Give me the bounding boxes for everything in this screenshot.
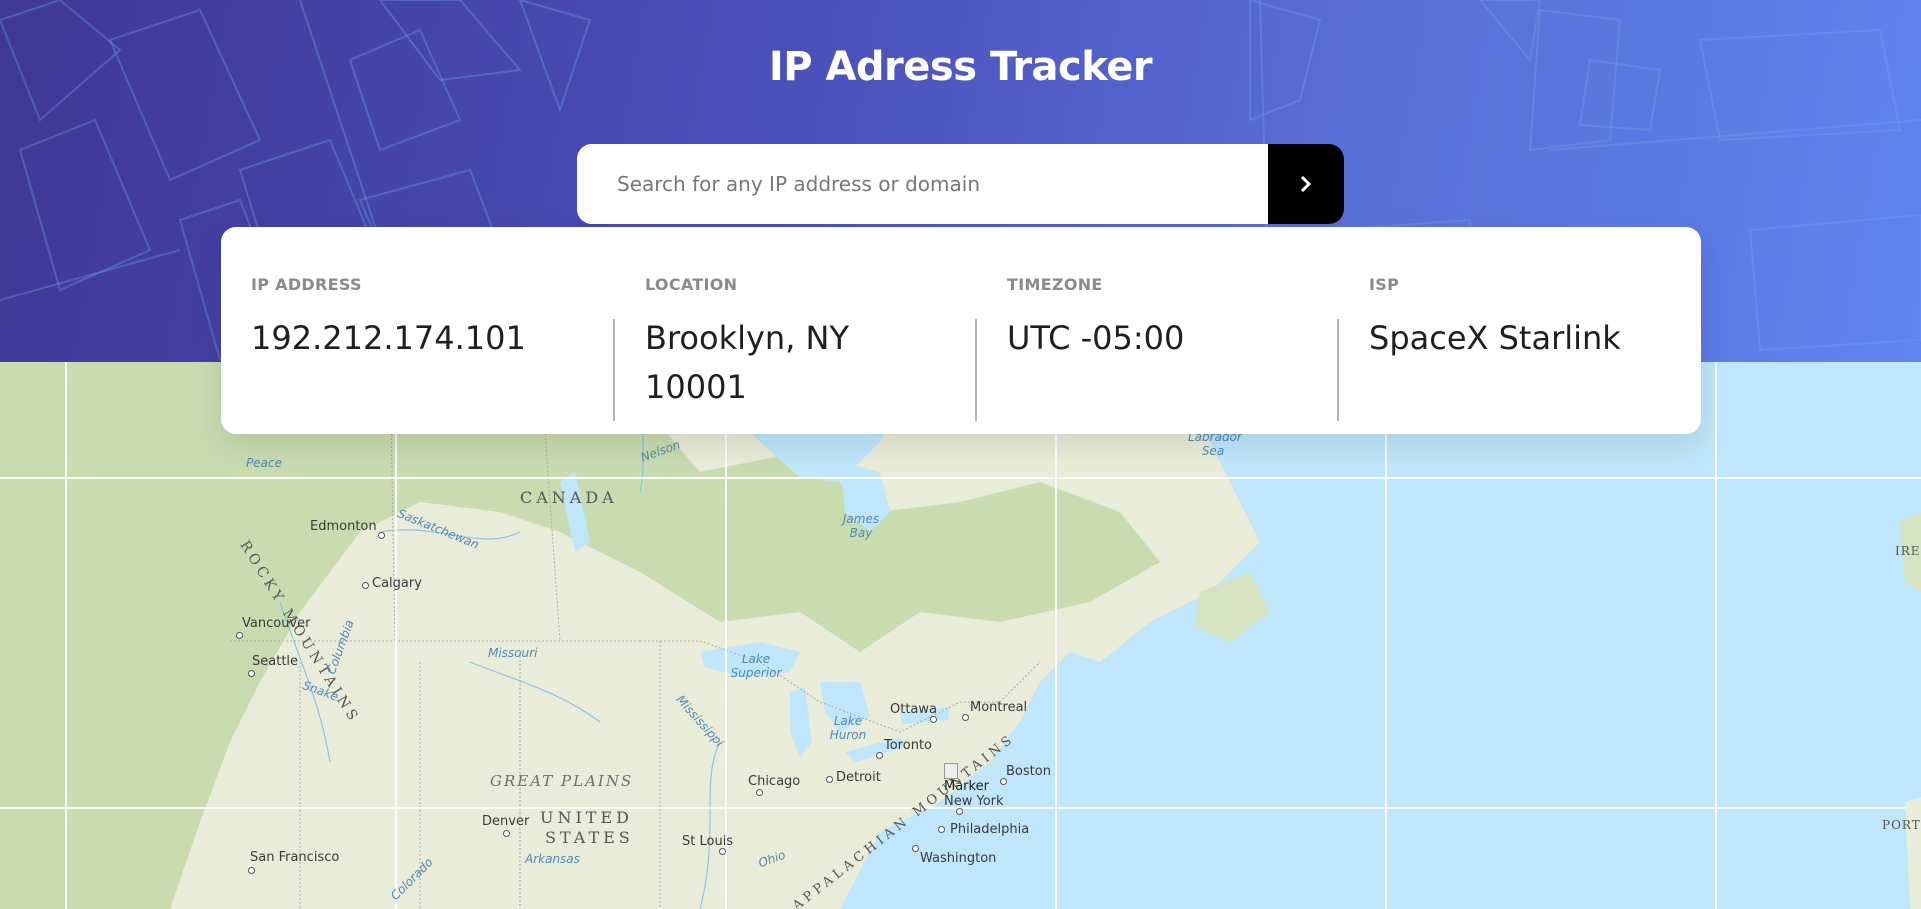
info-timezone: TIMEZONE UTC -05:00	[975, 265, 1337, 434]
city-dot	[719, 848, 726, 855]
label-toronto: Toronto	[884, 738, 932, 753]
city-dot	[938, 826, 945, 833]
info-label: TIMEZONE	[1007, 275, 1103, 294]
label-great-plains: GREAT PLAINS	[490, 772, 634, 790]
app-page: IP Adress Tracker IP ADDRESS 192.212.174…	[0, 0, 1921, 909]
label-washington: Washington	[920, 851, 997, 866]
label-peace: Peace	[246, 456, 282, 470]
label-labrador-sea: Labrador Sea	[1188, 430, 1242, 458]
chevron-right-icon	[1300, 175, 1312, 193]
label-detroit: Detroit	[836, 770, 881, 785]
info-value: SpaceX Starlink	[1369, 319, 1621, 357]
info-label: ISP	[1369, 275, 1400, 294]
label-st-louis: St Louis	[682, 834, 734, 849]
info-value: UTC -05:00	[1007, 319, 1185, 357]
info-ip-address: IP ADDRESS 192.212.174.101	[251, 265, 613, 434]
label-seattle: Seattle	[252, 654, 299, 669]
city-dot	[248, 867, 255, 874]
city-dot	[956, 808, 963, 815]
label-philadelphia: Philadelphia	[950, 822, 1030, 837]
city-dot	[826, 776, 833, 783]
label-portugal: PORT	[1882, 818, 1921, 832]
city-dot	[503, 830, 510, 837]
label-boston: Boston	[1006, 764, 1051, 779]
label-canada: CANADA	[520, 488, 618, 507]
info-label: LOCATION	[645, 275, 738, 294]
city-dot	[1000, 778, 1007, 785]
label-lake-huron: Lake Huron	[829, 714, 867, 742]
search-submit-button[interactable]	[1268, 144, 1344, 224]
label-chicago: Chicago	[748, 774, 801, 789]
city-dot	[876, 752, 883, 759]
city-dot	[962, 714, 969, 721]
search-bar	[577, 144, 1344, 224]
label-united: UNITED	[540, 808, 633, 827]
label-ireland: IRE	[1895, 544, 1921, 558]
marker-image-icon	[944, 763, 958, 779]
info-value: Brooklyn, NY 10001	[645, 319, 850, 406]
info-value: 192.212.174.101	[251, 319, 526, 357]
label-san-francisco: San Francisco	[250, 850, 340, 865]
label-calgary: Calgary	[372, 576, 422, 591]
label-montreal: Montreal	[970, 700, 1028, 715]
portugal-edge	[1905, 797, 1921, 909]
city-dot	[378, 532, 385, 539]
city-dot	[930, 716, 937, 723]
city-dot	[912, 845, 919, 852]
city-dot	[362, 582, 369, 589]
city-dot	[248, 670, 255, 677]
page-title: IP Adress Tracker	[768, 44, 1153, 90]
ip-info-card: IP ADDRESS 192.212.174.101 LOCATION Broo…	[221, 227, 1701, 434]
info-label: IP ADDRESS	[251, 275, 362, 294]
location-marker[interactable]: Marker	[944, 763, 989, 805]
search-input[interactable]	[577, 144, 1268, 224]
label-vancouver: Vancouver	[242, 616, 311, 631]
map[interactable]: CANADA GREAT PLAINS UNITED STATES ROCKY …	[0, 362, 1921, 909]
city-dot	[756, 789, 763, 796]
marker-alt-text: Marker	[944, 779, 989, 794]
info-location: LOCATION Brooklyn, NY 10001	[613, 265, 975, 434]
label-edmonton: Edmonton	[310, 519, 377, 534]
label-james-bay: James Bay	[842, 512, 880, 540]
label-arkansas: Arkansas	[525, 852, 580, 866]
label-lake-superior: Lake Superior	[730, 652, 782, 680]
label-ottawa: Ottawa	[890, 702, 937, 717]
info-isp: ISP SpaceX Starlink	[1337, 265, 1699, 434]
label-missouri: Missouri	[488, 646, 538, 660]
city-dot	[236, 632, 243, 639]
label-denver: Denver	[482, 814, 530, 829]
label-states: STATES	[545, 828, 634, 847]
